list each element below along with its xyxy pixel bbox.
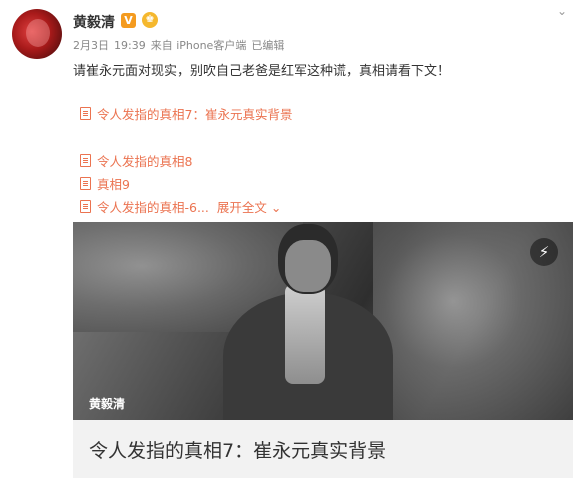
link-label[interactable]: 令人发指的真相8 (97, 154, 192, 169)
link-label[interactable]: 真相9 (97, 177, 130, 192)
document-icon (80, 154, 91, 167)
image-caption: 黄毅清 (89, 397, 126, 411)
article-card[interactable]: ⚡ 黄毅清 令人发指的真相7：崔永元真实背景 (73, 222, 573, 478)
post-source: 来自 iPhone客户端 (150, 39, 247, 52)
article-cover-image[interactable]: ⚡ 黄毅清 (73, 222, 573, 420)
link-truth-9[interactable]: 真相9 (80, 174, 130, 193)
post-time[interactable]: 19:39 (114, 39, 146, 52)
post-date[interactable]: 2月3日 (73, 39, 109, 52)
crown-badge-icon: ♚ (142, 12, 158, 28)
lightning-icon[interactable]: ⚡ (530, 238, 558, 266)
document-icon (80, 177, 91, 190)
document-icon (80, 200, 91, 213)
verified-badge-icon: V (121, 13, 136, 28)
avatar[interactable] (12, 9, 62, 59)
link-truth-8[interactable]: 令人发指的真相8 (80, 151, 192, 170)
edited-label[interactable]: 已编辑 (251, 39, 284, 52)
link-truth-6[interactable]: 令人发指的真相-6... 展开全文 ⌄ (80, 197, 281, 216)
expand-full-text-button[interactable]: 展开全文 ⌄ (217, 200, 281, 215)
document-icon (80, 107, 91, 120)
card-title[interactable]: 令人发指的真相7：崔永元真实背景 (89, 436, 386, 463)
chevron-down-icon[interactable]: ⌄ (557, 4, 567, 18)
post-meta: 2月3日 19:39 来自 iPhone客户端 已编辑 (73, 37, 289, 53)
post-text: 请崔永元面对现实，别吹自己老爸是红军这种谎，真相请看下文！ (73, 64, 451, 79)
photo-person-scarf (285, 284, 325, 384)
photo-person-face (285, 240, 331, 292)
link-label[interactable]: 令人发指的真相7：崔永元真实背景 (97, 107, 292, 122)
link-truth-7[interactable]: 令人发指的真相7：崔永元真实背景 (80, 104, 292, 123)
link-label[interactable]: 令人发指的真相-6... (97, 200, 209, 215)
author-name[interactable]: 黄毅清 (73, 12, 115, 32)
